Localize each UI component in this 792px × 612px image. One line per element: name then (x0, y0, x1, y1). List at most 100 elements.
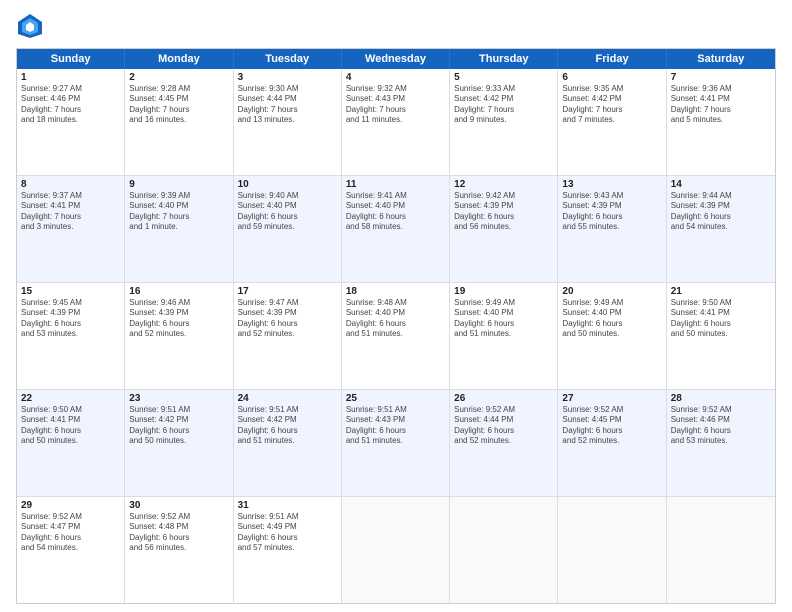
cell-line: Daylight: 6 hours (346, 212, 445, 222)
cell-line: Daylight: 6 hours (21, 533, 120, 543)
cell-line: Sunrise: 9:37 AM (21, 191, 120, 201)
cell-line: and 54 minutes. (21, 543, 120, 553)
cell-line: Sunrise: 9:27 AM (21, 84, 120, 94)
cell-line: Sunset: 4:39 PM (238, 308, 337, 318)
calendar-cell: 20Sunrise: 9:49 AMSunset: 4:40 PMDayligh… (558, 283, 666, 389)
cell-line: Sunrise: 9:48 AM (346, 298, 445, 308)
cell-line: Sunset: 4:46 PM (671, 415, 771, 425)
cell-line: Sunset: 4:40 PM (562, 308, 661, 318)
day-number: 6 (562, 72, 661, 83)
calendar-cell: 31Sunrise: 9:51 AMSunset: 4:49 PMDayligh… (234, 497, 342, 603)
cell-line: Daylight: 6 hours (129, 533, 228, 543)
cell-line: and 58 minutes. (346, 222, 445, 232)
calendar-cell: 17Sunrise: 9:47 AMSunset: 4:39 PMDayligh… (234, 283, 342, 389)
day-number: 21 (671, 286, 771, 297)
cell-line: Sunrise: 9:47 AM (238, 298, 337, 308)
calendar-cell (450, 497, 558, 603)
cell-line: Sunset: 4:40 PM (346, 201, 445, 211)
cell-line: and 50 minutes. (671, 329, 771, 339)
cell-line: Sunset: 4:39 PM (671, 201, 771, 211)
cell-line: Sunrise: 9:51 AM (238, 405, 337, 415)
day-number: 29 (21, 500, 120, 511)
cell-line: Sunrise: 9:40 AM (238, 191, 337, 201)
weekday-header: Friday (558, 49, 666, 69)
calendar-cell (342, 497, 450, 603)
calendar-cell: 4Sunrise: 9:32 AMSunset: 4:43 PMDaylight… (342, 69, 450, 175)
cell-line: Sunset: 4:42 PM (129, 415, 228, 425)
day-number: 4 (346, 72, 445, 83)
cell-line: Daylight: 6 hours (129, 426, 228, 436)
cell-line: Sunrise: 9:42 AM (454, 191, 553, 201)
weekday-header: Thursday (450, 49, 558, 69)
cell-line: Sunrise: 9:49 AM (454, 298, 553, 308)
calendar-cell: 3Sunrise: 9:30 AMSunset: 4:44 PMDaylight… (234, 69, 342, 175)
cell-line: Daylight: 6 hours (454, 426, 553, 436)
calendar-cell: 2Sunrise: 9:28 AMSunset: 4:45 PMDaylight… (125, 69, 233, 175)
day-number: 13 (562, 179, 661, 190)
cell-line: and 52 minutes. (454, 436, 553, 446)
cell-line: Sunrise: 9:30 AM (238, 84, 337, 94)
cell-line: and 3 minutes. (21, 222, 120, 232)
calendar-cell: 25Sunrise: 9:51 AMSunset: 4:43 PMDayligh… (342, 390, 450, 496)
cell-line: Sunrise: 9:52 AM (562, 405, 661, 415)
calendar-cell: 12Sunrise: 9:42 AMSunset: 4:39 PMDayligh… (450, 176, 558, 282)
calendar-cell: 23Sunrise: 9:51 AMSunset: 4:42 PMDayligh… (125, 390, 233, 496)
logo-icon (16, 12, 44, 40)
day-number: 7 (671, 72, 771, 83)
cell-line: Sunset: 4:43 PM (346, 415, 445, 425)
cell-line: and 9 minutes. (454, 115, 553, 125)
calendar-cell: 26Sunrise: 9:52 AMSunset: 4:44 PMDayligh… (450, 390, 558, 496)
weekday-header: Tuesday (234, 49, 342, 69)
cell-line: and 7 minutes. (562, 115, 661, 125)
day-number: 20 (562, 286, 661, 297)
calendar-cell: 7Sunrise: 9:36 AMSunset: 4:41 PMDaylight… (667, 69, 775, 175)
cell-line: and 52 minutes. (238, 329, 337, 339)
cell-line: and 51 minutes. (238, 436, 337, 446)
cell-line: Daylight: 7 hours (21, 105, 120, 115)
cell-line: Sunset: 4:40 PM (238, 201, 337, 211)
calendar-cell: 29Sunrise: 9:52 AMSunset: 4:47 PMDayligh… (17, 497, 125, 603)
cell-line: and 13 minutes. (238, 115, 337, 125)
cell-line: Sunset: 4:41 PM (671, 94, 771, 104)
cell-line: Sunrise: 9:46 AM (129, 298, 228, 308)
cell-line: and 53 minutes. (671, 436, 771, 446)
calendar-row: 15Sunrise: 9:45 AMSunset: 4:39 PMDayligh… (17, 282, 775, 389)
cell-line: Sunset: 4:39 PM (129, 308, 228, 318)
cell-line: Sunset: 4:42 PM (562, 94, 661, 104)
weekday-header: Monday (125, 49, 233, 69)
cell-line: Daylight: 6 hours (562, 319, 661, 329)
calendar-cell: 13Sunrise: 9:43 AMSunset: 4:39 PMDayligh… (558, 176, 666, 282)
calendar-cell: 27Sunrise: 9:52 AMSunset: 4:45 PMDayligh… (558, 390, 666, 496)
cell-line: Daylight: 6 hours (671, 319, 771, 329)
cell-line: Daylight: 7 hours (671, 105, 771, 115)
cell-line: Sunrise: 9:50 AM (21, 405, 120, 415)
cell-line: Daylight: 6 hours (238, 212, 337, 222)
day-number: 12 (454, 179, 553, 190)
cell-line: Daylight: 7 hours (346, 105, 445, 115)
cell-line: Daylight: 7 hours (129, 212, 228, 222)
day-number: 8 (21, 179, 120, 190)
calendar-cell: 14Sunrise: 9:44 AMSunset: 4:39 PMDayligh… (667, 176, 775, 282)
cell-line: Sunset: 4:49 PM (238, 522, 337, 532)
cell-line: Sunset: 4:39 PM (562, 201, 661, 211)
cell-line: and 51 minutes. (346, 329, 445, 339)
day-number: 2 (129, 72, 228, 83)
calendar-cell: 5Sunrise: 9:33 AMSunset: 4:42 PMDaylight… (450, 69, 558, 175)
cell-line: and 56 minutes. (454, 222, 553, 232)
cell-line: Daylight: 6 hours (238, 319, 337, 329)
cell-line: Sunrise: 9:52 AM (454, 405, 553, 415)
cell-line: Sunset: 4:42 PM (238, 415, 337, 425)
cell-line: Daylight: 6 hours (562, 426, 661, 436)
cell-line: Daylight: 7 hours (21, 212, 120, 222)
calendar-cell: 11Sunrise: 9:41 AMSunset: 4:40 PMDayligh… (342, 176, 450, 282)
cell-line: and 53 minutes. (21, 329, 120, 339)
day-number: 5 (454, 72, 553, 83)
cell-line: Daylight: 6 hours (129, 319, 228, 329)
calendar-cell (667, 497, 775, 603)
day-number: 26 (454, 393, 553, 404)
day-number: 24 (238, 393, 337, 404)
day-number: 17 (238, 286, 337, 297)
cell-line: and 16 minutes. (129, 115, 228, 125)
day-number: 22 (21, 393, 120, 404)
calendar-cell: 10Sunrise: 9:40 AMSunset: 4:40 PMDayligh… (234, 176, 342, 282)
